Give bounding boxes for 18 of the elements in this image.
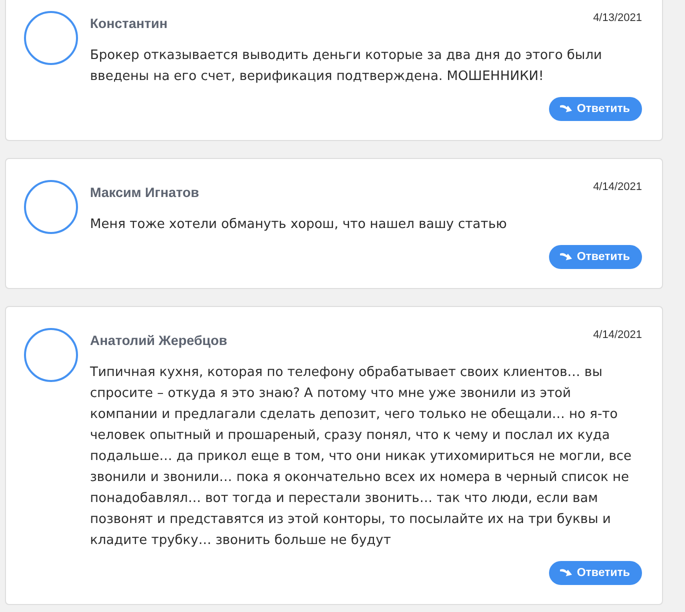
comment-author: Анатолий Жеребцов bbox=[90, 333, 228, 348]
reply-arrow-icon bbox=[560, 568, 572, 578]
reply-button[interactable]: Ответить bbox=[548, 561, 642, 585]
avatar-circle-icon bbox=[24, 11, 78, 65]
comment-text: Меня тоже хотели обмануть хорош, что нашел вашу статью bbox=[90, 216, 508, 234]
comment-date: 4/14/2021 bbox=[593, 181, 642, 194]
avatar-circle-icon bbox=[24, 180, 78, 234]
reply-button[interactable]: Ответить bbox=[548, 245, 642, 269]
comment-author: Максим Игнатов bbox=[90, 185, 200, 200]
comment-author: Константин bbox=[90, 16, 168, 31]
comment-date: 4/14/2021 bbox=[593, 329, 642, 342]
reply-arrow-icon bbox=[560, 252, 572, 262]
comment-text: Типичная кухня, которая по телефону обрабатывает своих клиентов… вы спросите – откуда я это знаю? А потому что мне уже звонили из этой компании и предлагали сделать депозит, чего только не обещали… но я-то человек опытный и прошареный, сразу понял, что к чему и послал их куда подальше… да прикол еще в том, что они никак утихомириться не могли, все звонили и звонили… пока я окончательно всех их номера в черный список не понадобавлял… вот тогда и перестали звонить… так что люди, если вам позвонят и представятся из этой конторы, то посылайте их на три буквы и кладите трубку… звонить больше не будут bbox=[90, 364, 633, 550]
avatar-circle-icon bbox=[24, 328, 78, 382]
comment-text: Брокер отказывается выводить деньги которые за два дня до этого были введены на его счет, верификация подтверждена. МОШЕННИКИ! bbox=[90, 47, 603, 86]
comment-date: 4/13/2021 bbox=[593, 12, 642, 25]
reply-arrow-icon bbox=[560, 104, 572, 114]
reply-button[interactable]: Ответить bbox=[548, 97, 642, 121]
